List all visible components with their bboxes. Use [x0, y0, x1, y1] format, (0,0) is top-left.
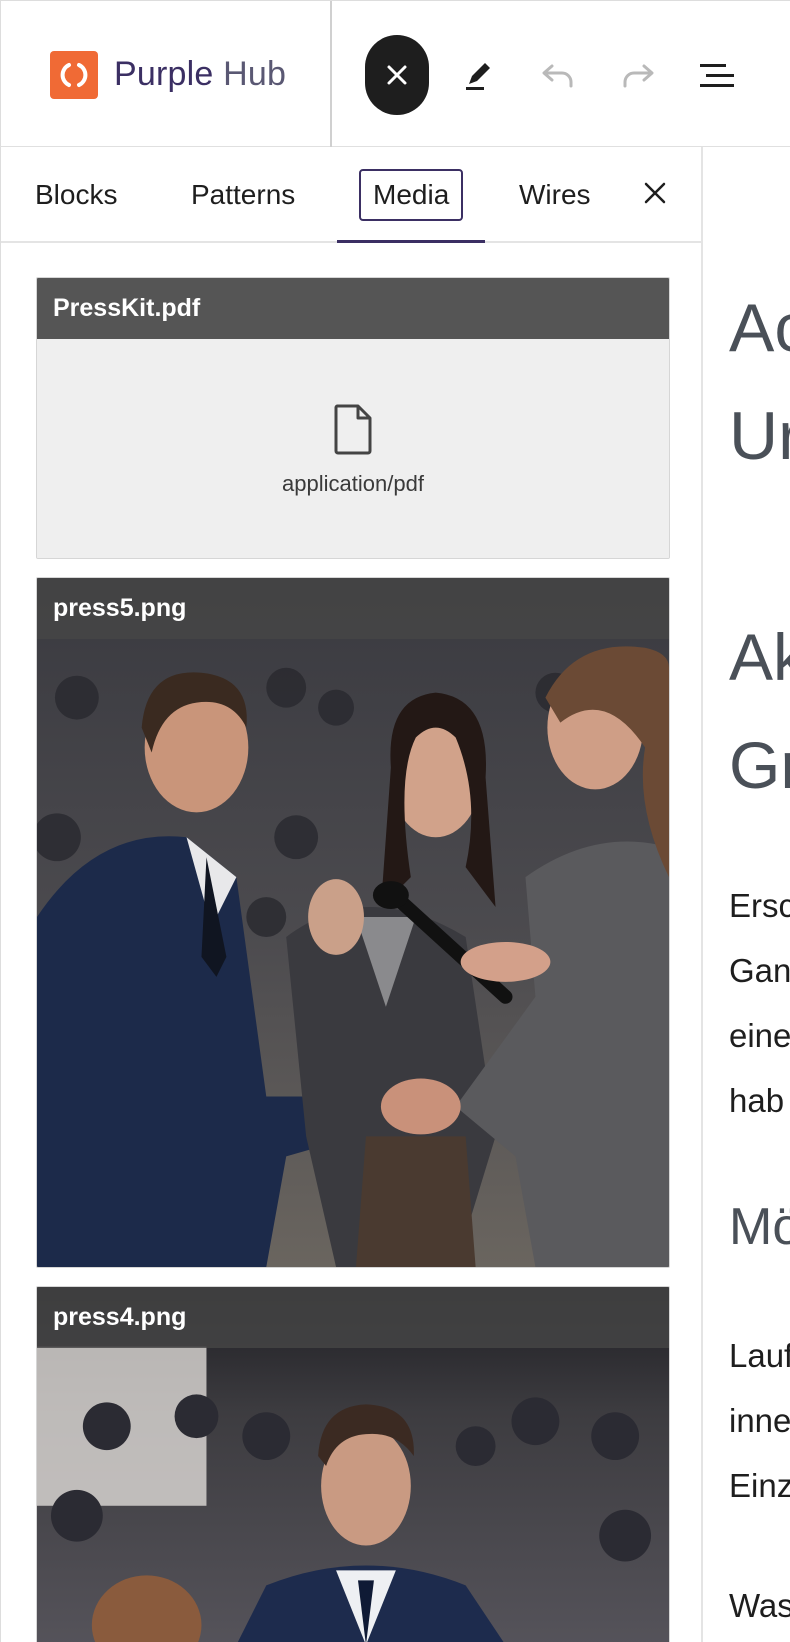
canvas-paragraph1-line4: hab [729, 1082, 785, 1119]
tab-blocks[interactable]: Blocks [35, 147, 117, 243]
file-icon [334, 404, 372, 454]
brand[interactable]: Purple Hub [1, 1, 332, 148]
redo-button[interactable] [616, 35, 660, 115]
canvas-heading2-line2: Gr [729, 728, 790, 802]
tab-wires[interactable]: Wires [519, 147, 591, 243]
active-tab-indicator [337, 240, 485, 243]
canvas-paragraph1-line1: Ersc [729, 887, 790, 924]
tab-patterns[interactable]: Patterns [191, 147, 295, 243]
press-handshake-photo [37, 578, 669, 1267]
brand-name: Purple Hub [114, 55, 286, 94]
media-item-presskit[interactable]: PressKit.pdf application/pdf [36, 277, 670, 559]
media-item-title: press5.png [37, 578, 669, 639]
brand-name-part2: Hub [223, 55, 287, 93]
media-item-press4[interactable]: press4.png [36, 1286, 670, 1642]
tab-media[interactable]: Media [359, 169, 464, 221]
canvas-paragraph2-line3: Einz [729, 1467, 790, 1504]
canvas-paragraph2-line2: inne [729, 1402, 790, 1439]
edit-tool-button[interactable] [456, 35, 500, 115]
redo-icon [623, 64, 654, 88]
close-icon [644, 182, 666, 204]
inserter-tabs: Blocks Patterns Media Wires [1, 147, 702, 243]
brand-name-part1: Purple [114, 55, 214, 93]
media-item-title: press4.png [37, 1287, 669, 1348]
inserter-sidebar: Blocks Patterns Media Wires PressKit.pdf… [0, 147, 703, 1642]
media-item-title: PressKit.pdf [37, 278, 669, 339]
media-preview: application/pdf [37, 339, 669, 558]
close-sidebar-button[interactable] [637, 175, 673, 211]
media-mime-type: application/pdf [282, 470, 424, 496]
canvas-heading2-line1: Ak [729, 620, 790, 694]
canvas-heading1-line2: Ur [729, 398, 790, 474]
canvas-paragraph2-line1: Lauf [729, 1337, 790, 1374]
brand-logo-icon [50, 50, 98, 99]
list-view-icon [700, 64, 734, 87]
close-icon [387, 65, 407, 85]
media-item-press5[interactable]: press5.png [36, 577, 670, 1268]
editor-canvas[interactable]: Ac Ur Ak Gr Ersc Gan eine hab Mö Lauf in… [705, 147, 790, 1642]
pencil-icon [466, 63, 490, 90]
document-overview-button[interactable] [695, 35, 739, 115]
canvas-paragraph1-line2: Gan [729, 952, 790, 989]
undo-icon [542, 64, 573, 88]
close-inserter-button[interactable] [365, 35, 429, 115]
canvas-heading3: Mö [729, 1198, 790, 1256]
canvas-paragraph1-line3: eine [729, 1017, 790, 1054]
canvas-paragraph3-line1: Was [729, 1587, 790, 1624]
editor-header: Purple Hub [0, 0, 790, 148]
canvas-heading1-line1: Ac [729, 290, 790, 366]
undo-button[interactable] [536, 35, 580, 115]
